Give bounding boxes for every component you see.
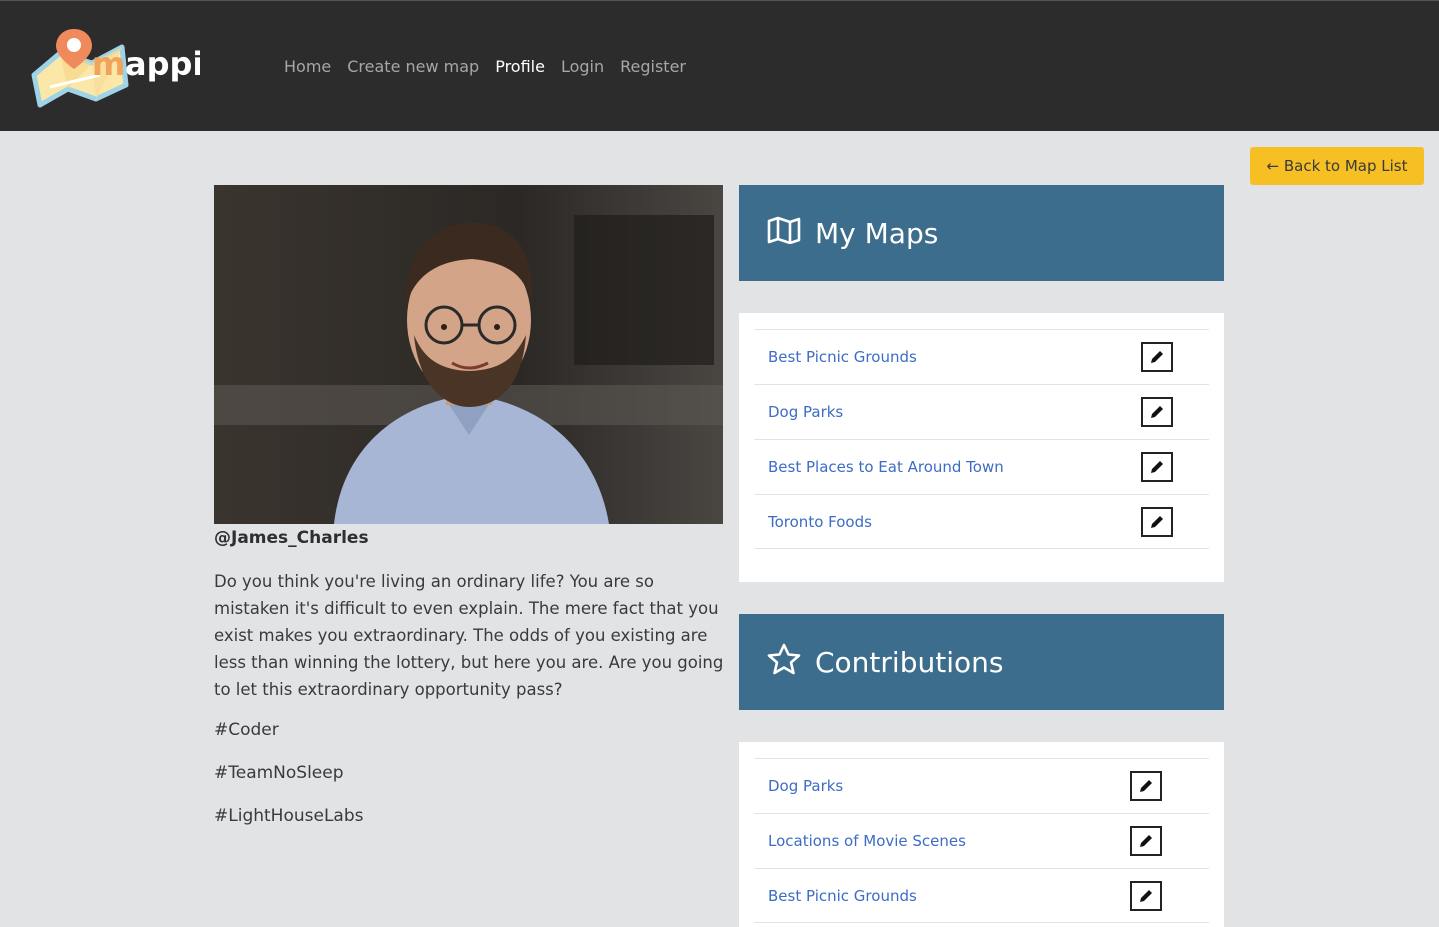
pencil-icon (1151, 515, 1163, 528)
pencil-icon (1140, 889, 1152, 902)
my-maps-title: My Maps (815, 216, 939, 250)
edit-button[interactable] (1141, 342, 1173, 372)
profile-tag: #TeamNoSleep (214, 763, 344, 783)
map-link[interactable]: Dog Parks (768, 403, 843, 421)
contributions-title: Contributions (815, 645, 1004, 679)
edit-button[interactable] (1130, 880, 1162, 911)
nav-home[interactable]: Home (284, 57, 331, 76)
contributions-list: Dog Parks Locations of Movie Scenes Best… (739, 742, 1224, 927)
list-item: Dog Parks (754, 384, 1209, 439)
mappi-logo[interactable]: m appi (30, 25, 203, 109)
list-item: Best Picnic Grounds (754, 329, 1209, 384)
nav-profile[interactable]: Profile (495, 57, 545, 76)
list-item: Best Picnic Grounds (754, 868, 1209, 923)
list-item: Dog Parks (754, 758, 1209, 813)
pencil-icon (1151, 406, 1163, 418)
profile-bio: Do you think you're living an ordinary l… (214, 572, 724, 699)
star-icon (767, 643, 801, 682)
profile-username: @James_Charles (214, 528, 369, 548)
svg-text:appi: appi (125, 45, 200, 83)
pencil-icon (1140, 780, 1152, 792)
edit-button[interactable] (1130, 826, 1162, 856)
pencil-icon (1151, 461, 1163, 473)
profile-tag: #Coder (214, 720, 279, 740)
list-item: Toronto Foods (754, 494, 1209, 549)
map-link[interactable]: Locations of Movie Scenes (768, 832, 966, 850)
list-item: Locations of Movie Scenes (754, 813, 1209, 868)
main-nav: Home Create new map Profile Login Regist… (284, 57, 686, 76)
edit-button[interactable] (1141, 452, 1173, 482)
pencil-icon (1140, 835, 1152, 847)
edit-button[interactable] (1130, 771, 1162, 801)
map-link[interactable]: Toronto Foods (768, 513, 872, 531)
edit-button[interactable] (1141, 506, 1173, 537)
map-link[interactable]: Best Picnic Grounds (768, 348, 917, 366)
nav-create-new-map[interactable]: Create new map (347, 57, 479, 76)
map-link[interactable]: Best Places to Eat Around Town (768, 458, 1004, 476)
map-link[interactable]: Dog Parks (768, 777, 843, 795)
map-link[interactable]: Best Picnic Grounds (768, 887, 917, 905)
list-item: Best Places to Eat Around Town (754, 439, 1209, 494)
back-to-map-list-button[interactable]: ← Back to Map List (1250, 147, 1424, 185)
nav-register[interactable]: Register (620, 57, 686, 76)
contributions-header: Contributions (739, 614, 1224, 710)
nav-login[interactable]: Login (561, 57, 604, 76)
my-maps-header: My Maps (739, 185, 1224, 281)
svg-text:m: m (92, 45, 125, 83)
profile-tag: #LightHouseLabs (214, 806, 364, 826)
map-icon (767, 216, 801, 251)
profile-photo (214, 185, 723, 524)
pencil-icon (1151, 351, 1163, 363)
my-maps-list: Best Picnic Grounds Dog Parks Best Place… (739, 313, 1224, 582)
top-navbar: m appi Home Create new map Profile Login… (0, 0, 1439, 131)
edit-button[interactable] (1141, 397, 1173, 427)
